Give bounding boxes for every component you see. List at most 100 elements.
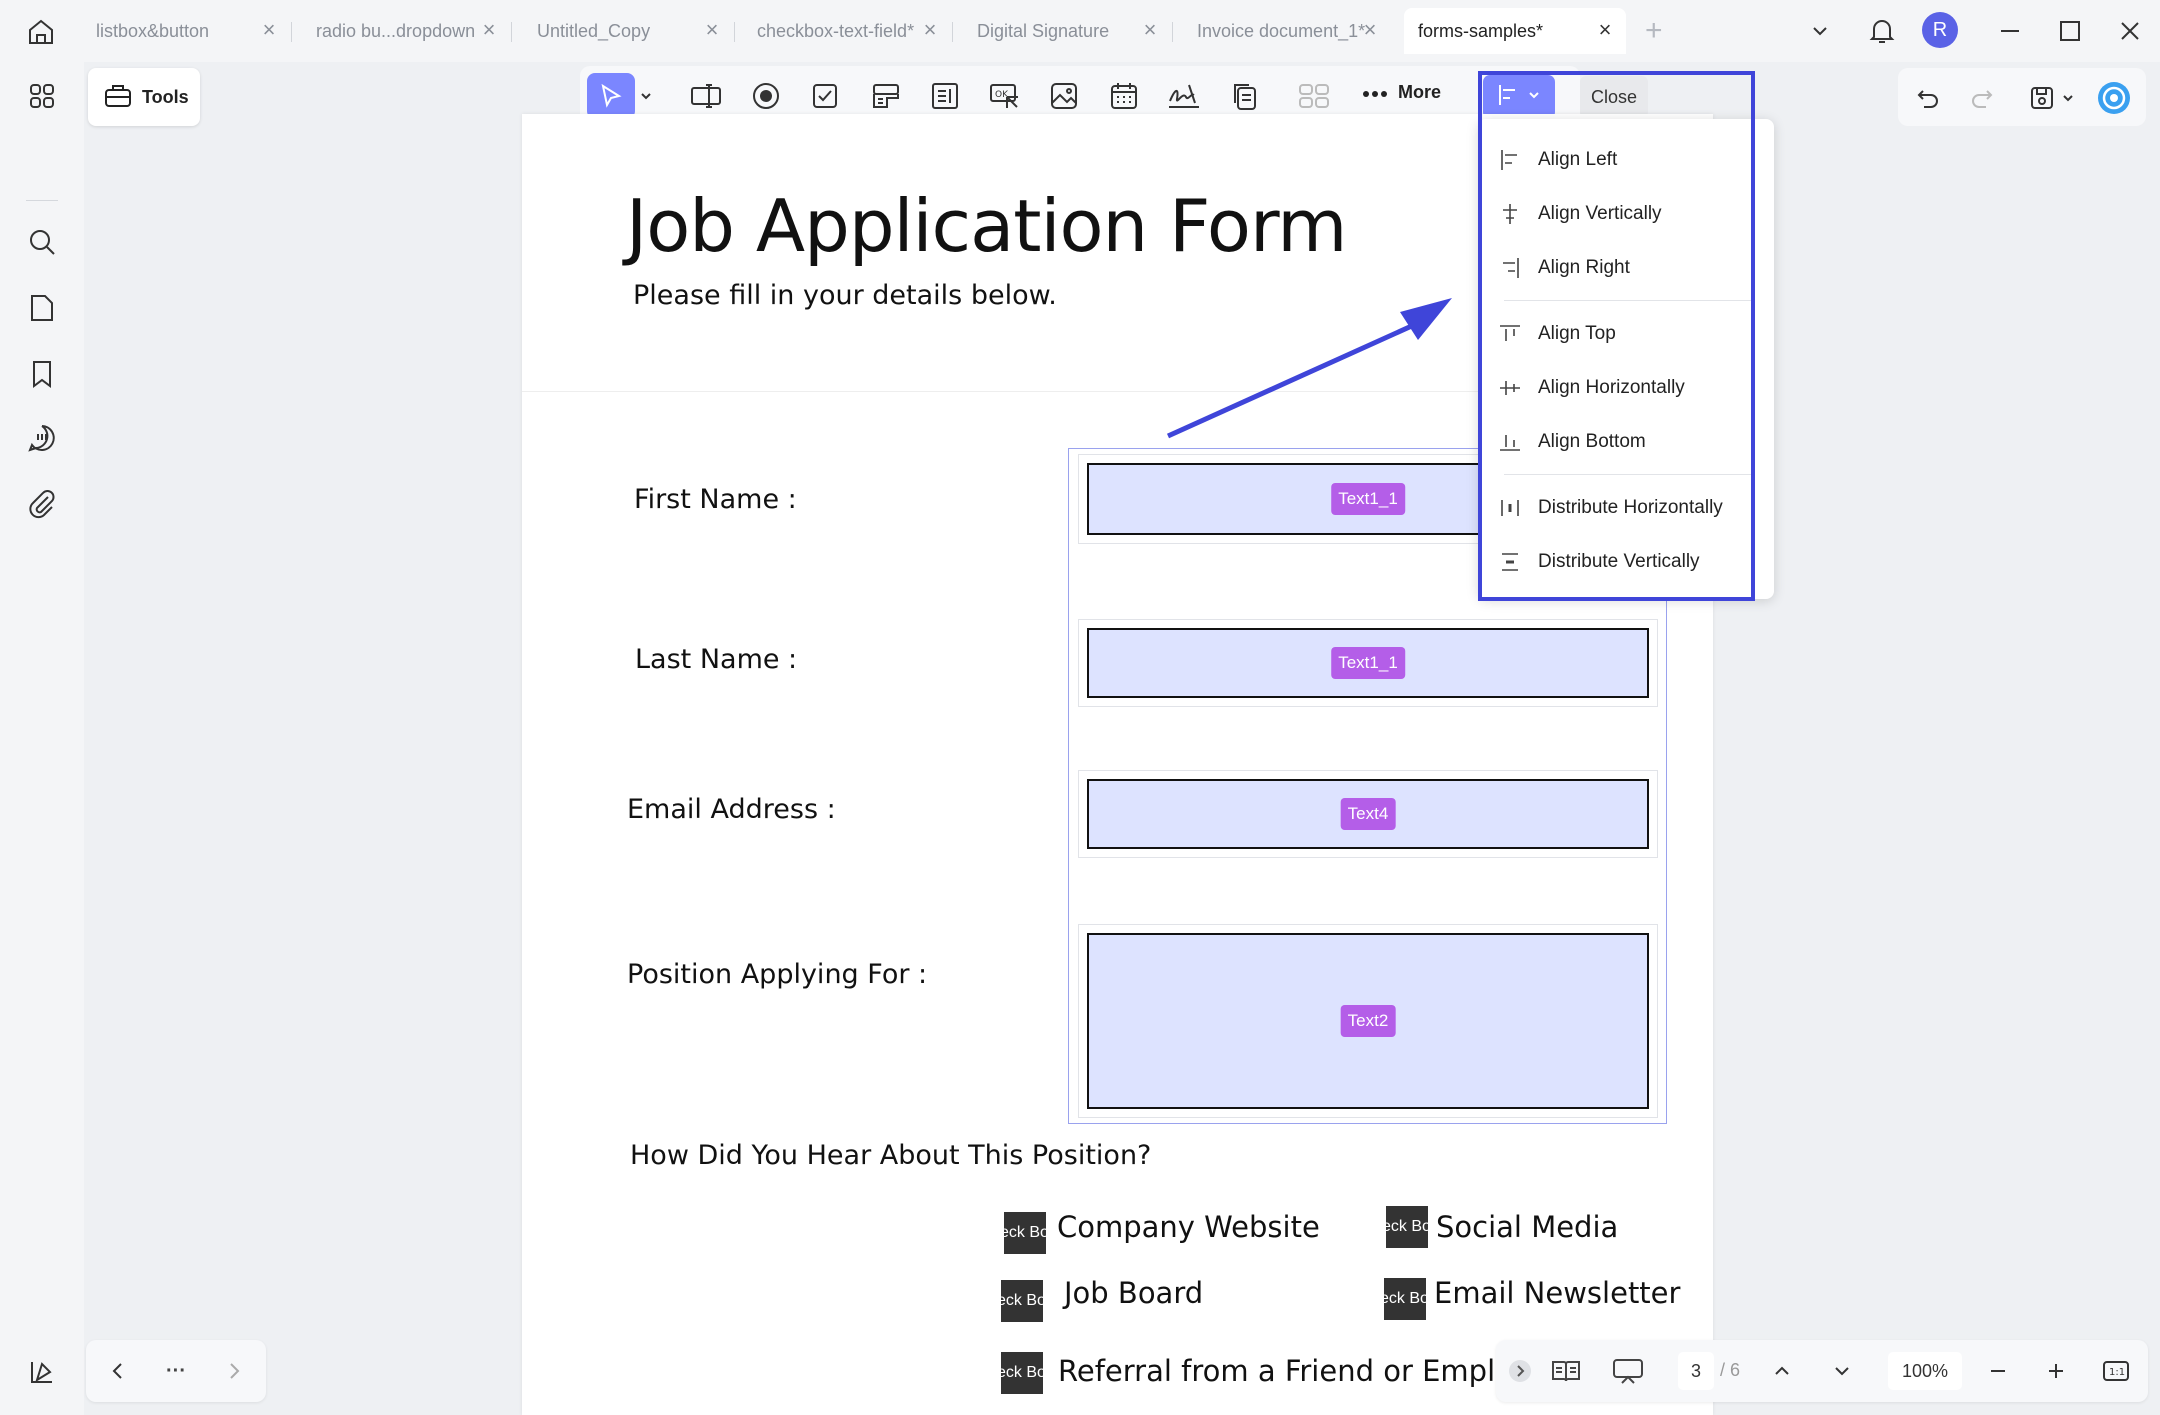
align-vertically-item[interactable]: Align Vertically bbox=[1486, 191, 1768, 237]
zoom-level[interactable]: 100% bbox=[1888, 1352, 1962, 1390]
bell-icon[interactable] bbox=[1862, 12, 1902, 50]
page-subtitle: Please fill in your details below. bbox=[633, 280, 1057, 311]
tab-digital-signature[interactable]: Digital Signature × bbox=[963, 8, 1173, 54]
option-label: Referral from a Friend or Employee bbox=[1058, 1354, 1566, 1388]
radio-button-icon[interactable] bbox=[746, 76, 786, 116]
nav-more-button[interactable]: ··· bbox=[156, 1351, 196, 1391]
minimize-icon[interactable] bbox=[1990, 12, 2030, 50]
align-horizontally-item[interactable]: Align Horizontally bbox=[1486, 365, 1768, 411]
tab-listbox-button[interactable]: listbox&button × bbox=[82, 8, 292, 54]
left-rail bbox=[0, 62, 84, 1415]
svg-text:OK: OK bbox=[995, 90, 1009, 100]
close-icon[interactable]: × bbox=[919, 19, 941, 42]
close-window-icon[interactable] bbox=[2110, 12, 2150, 50]
zoom-in-icon[interactable] bbox=[2036, 1351, 2076, 1391]
page-title: Job Application Form bbox=[626, 184, 1347, 268]
field-tag: Text2 bbox=[1340, 1005, 1396, 1037]
tab-list-chevron-icon[interactable] bbox=[1800, 12, 1840, 50]
image-field-icon[interactable] bbox=[1044, 76, 1084, 116]
align-right-item[interactable]: Align Right bbox=[1486, 245, 1768, 291]
save-options-chevron-icon[interactable] bbox=[2056, 78, 2080, 118]
view-control-bar: 3 / 6 100% 1:1 bbox=[1496, 1340, 2148, 1402]
align-left-icon bbox=[1498, 148, 1522, 172]
close-icon[interactable]: × bbox=[258, 19, 280, 42]
page-nav-bar: ··· bbox=[86, 1340, 266, 1402]
close-icon[interactable]: × bbox=[1359, 19, 1381, 42]
prev-page-icon[interactable] bbox=[98, 1351, 138, 1391]
apps-grid-icon[interactable] bbox=[22, 76, 62, 116]
close-icon[interactable]: × bbox=[478, 19, 500, 42]
align-dropdown-button[interactable] bbox=[1483, 75, 1555, 119]
align-vertical-center-icon bbox=[1498, 202, 1522, 226]
align-top-icon bbox=[1498, 322, 1522, 346]
checkbox-email-newsletter[interactable]: eck Bo bbox=[1384, 1278, 1426, 1320]
maximize-icon[interactable] bbox=[2050, 12, 2090, 50]
zoom-out-icon[interactable] bbox=[1978, 1351, 2018, 1391]
select-tool-button[interactable] bbox=[587, 73, 635, 119]
align-right-icon bbox=[1498, 256, 1522, 280]
more-button[interactable]: More bbox=[1362, 82, 1441, 103]
last-name-label: Last Name : bbox=[635, 644, 798, 675]
position-label: Position Applying For : bbox=[627, 959, 928, 990]
close-icon[interactable]: × bbox=[1139, 19, 1161, 42]
scroll-down-chevron-icon[interactable] bbox=[1822, 1351, 1862, 1391]
next-page-icon[interactable] bbox=[214, 1351, 254, 1391]
reading-mode-icon[interactable] bbox=[1546, 1351, 1586, 1391]
button-field-icon[interactable]: OK bbox=[985, 76, 1025, 116]
tab-forms-samples[interactable]: forms-samples* × bbox=[1404, 8, 1626, 54]
checkbox-icon[interactable] bbox=[805, 76, 845, 116]
tab-untitled-copy[interactable]: Untitled_Copy × bbox=[523, 8, 735, 54]
date-field-icon[interactable] bbox=[1104, 76, 1144, 116]
total-pages: / 6 bbox=[1720, 1360, 1741, 1380]
actual-size-icon[interactable]: 1:1 bbox=[2096, 1351, 2136, 1391]
chevron-down-icon bbox=[1527, 88, 1541, 107]
last-name-field[interactable]: Text1_1 bbox=[1078, 619, 1658, 707]
close-button[interactable]: Close bbox=[1580, 76, 1648, 118]
select-dropdown-chevron-icon[interactable] bbox=[636, 76, 656, 116]
tools-button[interactable]: Tools bbox=[88, 68, 200, 126]
redo-icon[interactable] bbox=[1962, 78, 2002, 118]
collapse-arrow-icon[interactable] bbox=[1500, 1351, 1540, 1391]
signature-field-icon[interactable] bbox=[1164, 76, 1204, 116]
toolbox-icon bbox=[104, 82, 132, 113]
presentation-icon[interactable] bbox=[1608, 1351, 1648, 1391]
field-tag: Text4 bbox=[1340, 798, 1396, 830]
current-page-input[interactable]: 3 bbox=[1678, 1352, 1714, 1390]
distribute-horizontally-item[interactable]: Distribute Horizontally bbox=[1486, 485, 1768, 531]
tab-checkbox-text-field[interactable]: checkbox-text-field* × bbox=[743, 8, 953, 54]
text-field-icon[interactable] bbox=[686, 76, 726, 116]
close-icon[interactable]: × bbox=[1594, 19, 1616, 42]
align-bottom-item[interactable]: Align Bottom bbox=[1486, 419, 1768, 465]
checkbox-company-website[interactable]: eck Bo bbox=[1004, 1212, 1046, 1254]
avatar[interactable]: R bbox=[1922, 12, 1958, 48]
sidebar-toggle-icon[interactable] bbox=[22, 1352, 62, 1392]
align-left-icon bbox=[1497, 83, 1519, 112]
question-label: How Did You Hear About This Position? bbox=[630, 1140, 1152, 1171]
checkbox-job-board[interactable]: eck Bo bbox=[1001, 1280, 1043, 1322]
align-bottom-icon bbox=[1498, 430, 1522, 454]
home-icon[interactable] bbox=[22, 13, 60, 51]
align-top-item[interactable]: Align Top bbox=[1486, 311, 1768, 357]
align-menu: Align Left Align Vertically Align Right … bbox=[1478, 119, 1774, 599]
combo-box-icon[interactable] bbox=[866, 76, 906, 116]
attachment-icon[interactable] bbox=[22, 484, 62, 524]
close-icon[interactable]: × bbox=[701, 19, 723, 42]
scroll-up-chevron-icon[interactable] bbox=[1762, 1351, 1802, 1391]
bookmark-icon[interactable] bbox=[22, 354, 62, 394]
distribute-vertically-item[interactable]: Distribute Vertically bbox=[1486, 539, 1768, 585]
comment-icon[interactable] bbox=[22, 418, 62, 458]
position-field[interactable]: Text2 bbox=[1078, 924, 1658, 1118]
align-left-item[interactable]: Align Left bbox=[1486, 137, 1768, 183]
ai-assistant-icon[interactable] bbox=[2094, 78, 2134, 118]
checkbox-referral[interactable]: eck Bo bbox=[1001, 1352, 1043, 1394]
page-thumbnail-icon[interactable] bbox=[22, 288, 62, 328]
email-field[interactable]: Text4 bbox=[1078, 770, 1658, 858]
search-icon[interactable] bbox=[22, 222, 62, 262]
new-tab-icon[interactable]: + bbox=[1645, 14, 1663, 48]
tab-invoice-document[interactable]: Invoice document_1* × bbox=[1183, 8, 1391, 54]
list-box-icon[interactable] bbox=[925, 76, 965, 116]
checkbox-social-media[interactable]: eck Bo bbox=[1386, 1206, 1428, 1248]
undo-icon[interactable] bbox=[1908, 78, 1948, 118]
tab-radio-dropdown[interactable]: radio bu...dropdown × bbox=[302, 8, 512, 54]
copy-field-icon[interactable] bbox=[1225, 76, 1265, 116]
